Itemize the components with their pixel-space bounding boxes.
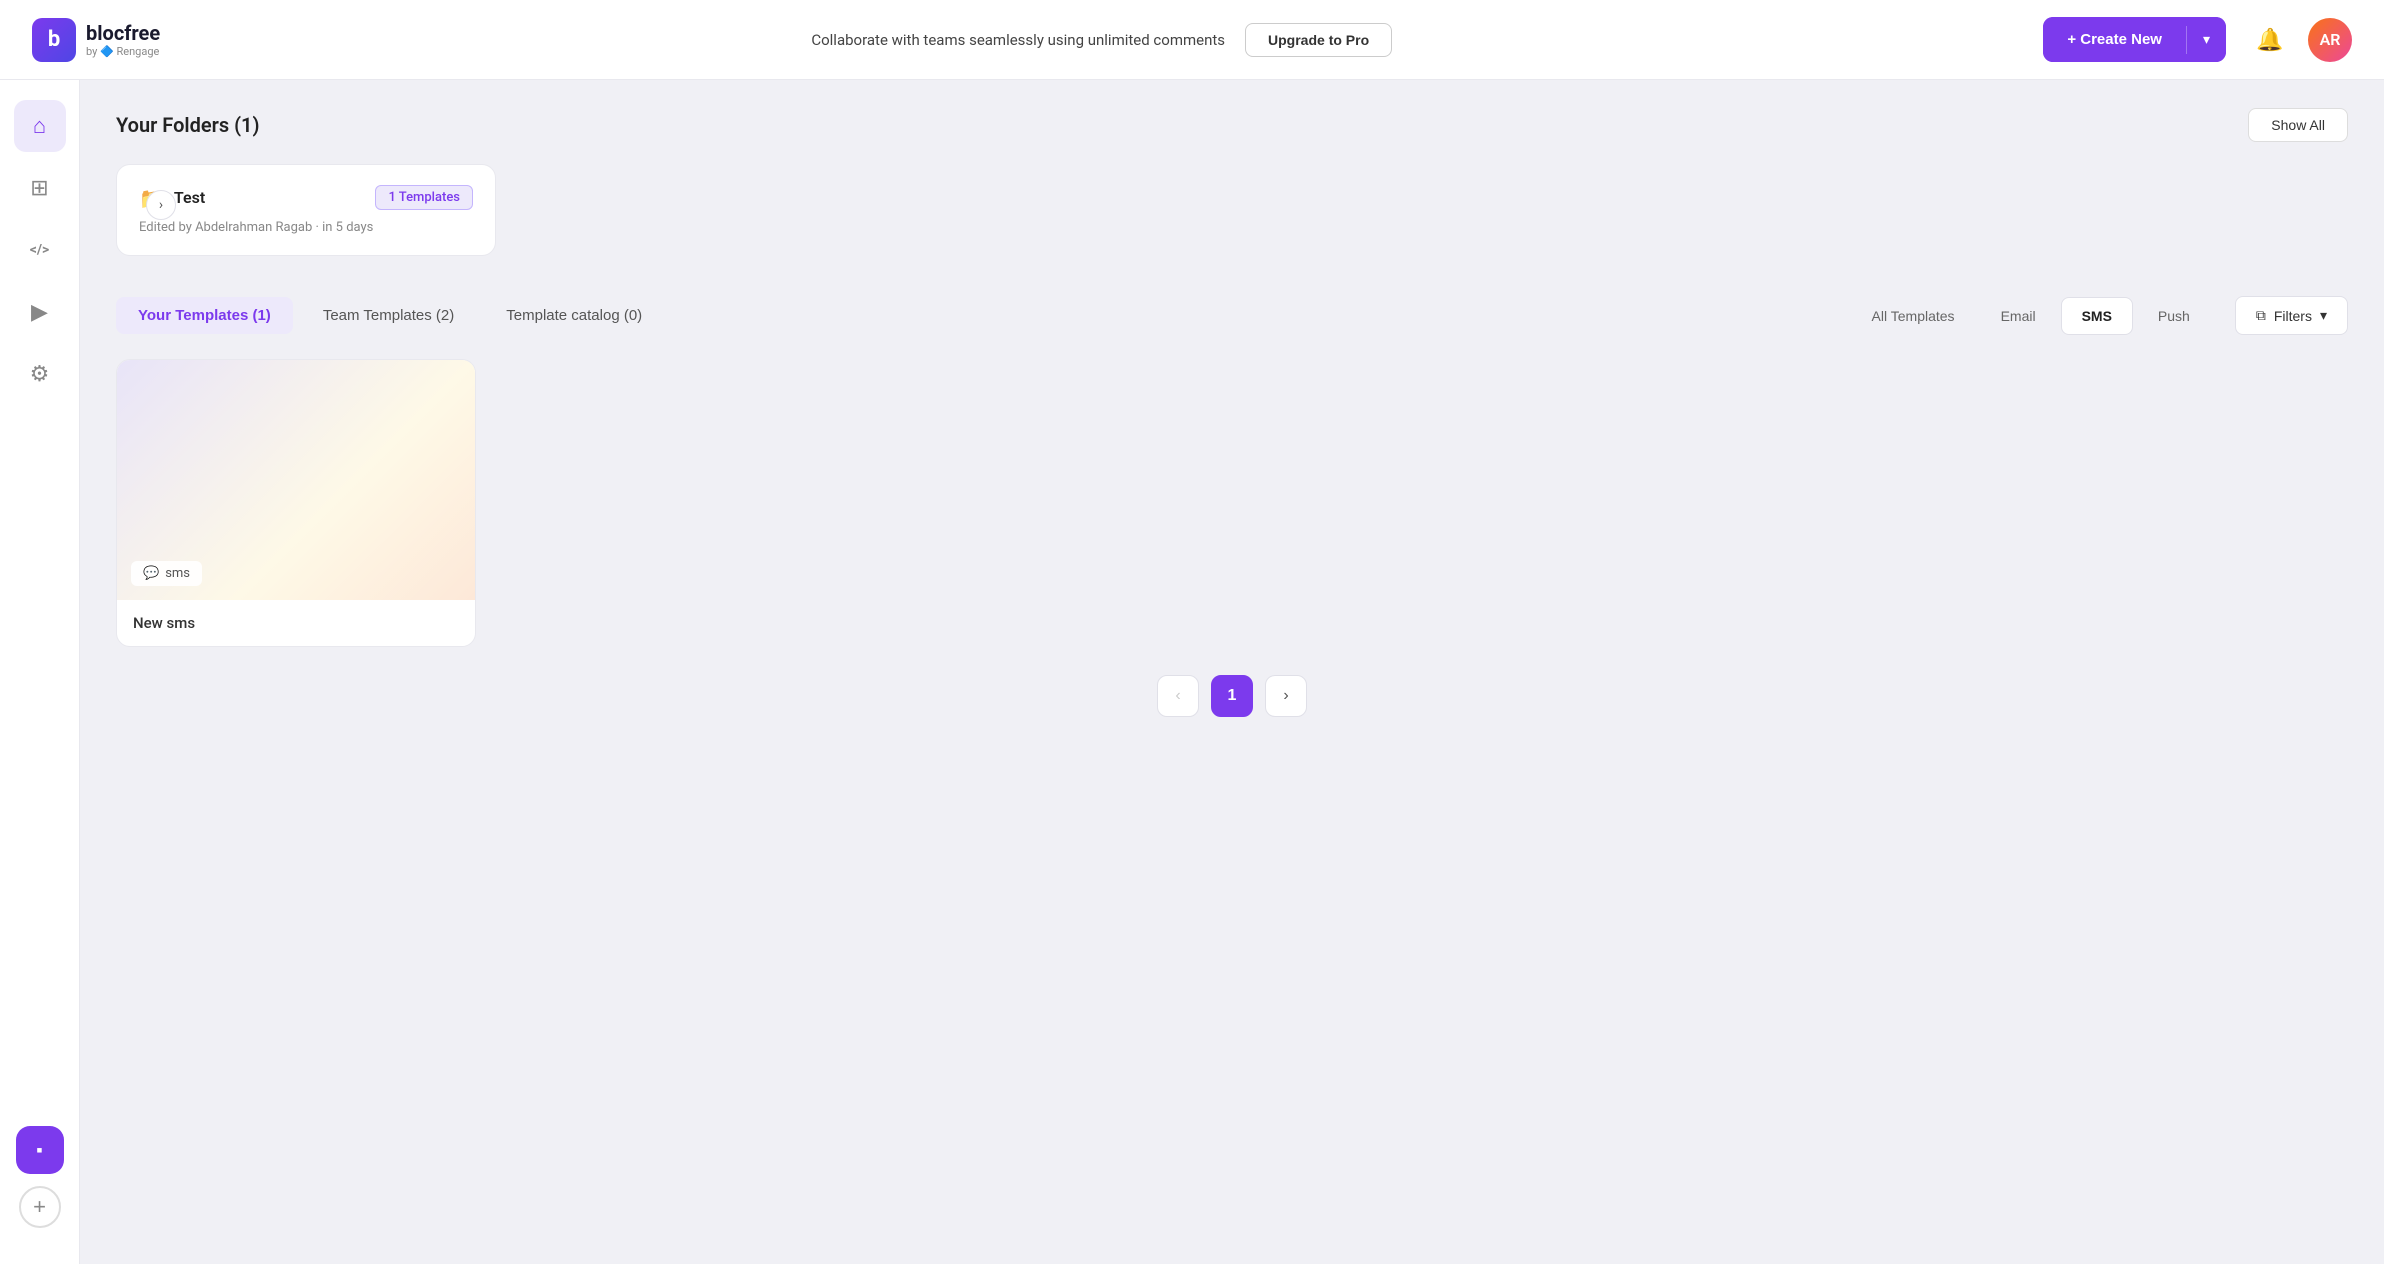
sidebar-item-code[interactable]: </> xyxy=(14,224,66,276)
pagination: ‹ 1 › xyxy=(116,647,2348,749)
create-new-button[interactable]: + Create New xyxy=(2043,17,2186,62)
folder-meta: Edited by Abdelrahman Ragab · in 5 days xyxy=(139,220,473,235)
sidebar-workspace-button[interactable]: ▪ xyxy=(16,1126,64,1174)
create-new-chevron[interactable]: ▾ xyxy=(2187,17,2226,62)
sidebar-item-play[interactable]: ▶ xyxy=(14,286,66,338)
settings-icon: ⚙ xyxy=(30,362,50,387)
template-type-label: sms xyxy=(165,566,190,581)
logo-sub: by 🔷 Rengage xyxy=(86,45,160,58)
tab-team-templates[interactable]: Team Templates (2) xyxy=(301,297,476,334)
folders-section: Your Folders (1) Show All 📁 Test 1 Templ… xyxy=(80,80,2384,276)
folders-title: Your Folders (1) xyxy=(116,113,259,137)
header-icons: 🔔 AR xyxy=(2250,18,2352,62)
templates-section: Your Templates (1) Team Templates (2) Te… xyxy=(80,276,2384,1264)
filter-sms[interactable]: SMS xyxy=(2061,297,2133,335)
filter-email[interactable]: Email xyxy=(1980,297,2057,335)
folder-name: Test xyxy=(174,188,205,207)
avatar[interactable]: AR xyxy=(2308,18,2352,62)
code-icon: </> xyxy=(30,242,50,258)
filter-push[interactable]: Push xyxy=(2137,297,2211,335)
filters-dropdown-button[interactable]: ⧉ Filters ▾ xyxy=(2235,296,2348,335)
tabs-row: Your Templates (1) Team Templates (2) Te… xyxy=(116,296,2348,335)
tab-catalog[interactable]: Template catalog (0) xyxy=(484,297,664,334)
template-name: New sms xyxy=(117,600,475,646)
header-promo: Collaborate with teams seamlessly using … xyxy=(184,23,2019,57)
body: ⌂ ⊞ </> ▶ ⚙ ▪ + › Your Folders (1) Show … xyxy=(0,80,2384,1264)
templates-grid: 💬 sms New sms xyxy=(116,359,2348,647)
prev-page-button[interactable]: ‹ xyxy=(1157,675,1199,717)
upgrade-button[interactable]: Upgrade to Pro xyxy=(1245,23,1392,57)
filters-label: Filters xyxy=(2274,308,2312,324)
template-preview: 💬 sms xyxy=(117,360,475,600)
play-icon: ▶ xyxy=(31,300,48,325)
folder-card-top: 📁 Test 1 Templates xyxy=(139,185,473,210)
sidebar-item-templates[interactable]: ⊞ xyxy=(14,162,66,214)
page-1-button[interactable]: 1 xyxy=(1211,675,1253,717)
filter-all[interactable]: All Templates xyxy=(1851,297,1976,335)
templates-icon: ⊞ xyxy=(30,176,48,201)
home-icon: ⌂ xyxy=(33,113,46,139)
sms-type-icon: 💬 xyxy=(143,566,159,581)
folders-header: Your Folders (1) Show All xyxy=(116,108,2348,142)
main-content: Your Folders (1) Show All 📁 Test 1 Templ… xyxy=(80,80,2384,1264)
logo-icon: b xyxy=(32,18,76,62)
tab-your-templates[interactable]: Your Templates (1) xyxy=(116,297,293,334)
template-type-badge: 💬 sms xyxy=(131,561,202,586)
sidebar-bottom: ▪ + xyxy=(16,1126,64,1244)
sidebar-toggle-button[interactable]: › xyxy=(146,190,176,220)
filter-icon: ⧉ xyxy=(2256,307,2266,324)
template-card[interactable]: 💬 sms New sms xyxy=(116,359,476,647)
templates-badge: 1 Templates xyxy=(375,185,473,210)
next-page-button[interactable]: › xyxy=(1265,675,1307,717)
sidebar-add-button[interactable]: + xyxy=(19,1186,61,1228)
header: b blocfree by 🔷 Rengage Collaborate with… xyxy=(0,0,2384,80)
create-new-wrapper: + Create New ▾ xyxy=(2043,17,2226,62)
sidebar-item-settings[interactable]: ⚙ xyxy=(14,348,66,400)
logo-text: blocfree by 🔷 Rengage xyxy=(86,21,160,58)
show-all-button[interactable]: Show All xyxy=(2248,108,2348,142)
logo: b blocfree by 🔷 Rengage xyxy=(32,18,160,62)
sidebar: ⌂ ⊞ </> ▶ ⚙ ▪ + xyxy=(0,80,80,1264)
sidebar-item-home[interactable]: ⌂ xyxy=(14,100,66,152)
logo-name: blocfree xyxy=(86,21,160,45)
notifications-button[interactable]: 🔔 xyxy=(2250,20,2290,60)
promo-text: Collaborate with teams seamlessly using … xyxy=(811,31,1225,49)
filter-group: All Templates Email SMS Push xyxy=(1851,297,2211,335)
chevron-down-icon: ▾ xyxy=(2320,307,2327,324)
